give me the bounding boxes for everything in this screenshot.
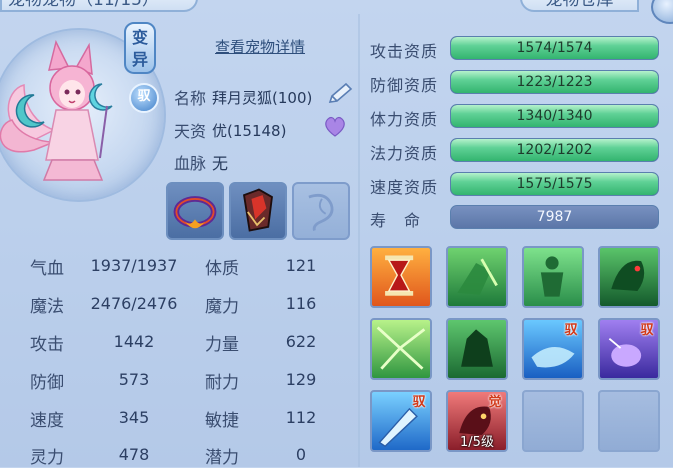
bloodline-row: 血脉 无 [174,150,228,174]
skill-green-body[interactable] [522,246,584,308]
stat-label-magic: 魔力 [205,297,239,317]
equip-slot-collar[interactable] [166,182,224,240]
aptitude-label: 体力资质 [370,110,439,129]
empty-equip-placeholder-icon [308,194,334,231]
variant-badge: 变异 [124,22,156,74]
skill-hourglass[interactable] [370,246,432,308]
lifespan-label: 寿 命 [370,211,422,230]
aptitude-label: 速度资质 [370,178,439,197]
red-armor-icon [242,188,273,232]
stat-value-spirit: 478 [118,445,150,464]
stat-value-hp: 1937/1937 [90,256,178,275]
stat-value-potential: 0 [295,445,307,464]
stat-value-endurance: 129 [285,370,317,389]
stat-label-spirit: 灵力 [30,448,64,468]
aptitude-speed-row: 速度资质 1575/1575 [370,172,665,197]
skill-purple-fist[interactable]: 驭 [598,318,660,380]
stat-value-magic: 116 [285,294,317,313]
stat-value-agility: 112 [285,408,317,427]
panel-divider [358,14,360,467]
stat-label-speed: 速度 [30,411,64,431]
pet-name-value: 拜月灵狐(100) [212,88,313,107]
skill-awaken[interactable]: 觉 1/5级 [446,390,508,452]
aptitude-defense-row: 防御资质 1223/1223 [370,70,665,95]
skill-water-lamp[interactable]: 驭 [522,318,584,380]
skill-ice-sword[interactable]: 驭 [370,390,432,452]
talent-value: 优(15148) [212,121,287,140]
stat-label-constitution: 体质 [205,259,239,279]
heart-icon[interactable] [323,116,347,138]
aptitude-stamina-row: 体力资质 1340/1340 [370,104,665,129]
stat-value-mp: 2476/2476 [90,294,178,313]
aptitude-bar: 1223/1223 [450,70,659,94]
corner-round-button[interactable] [651,0,673,24]
flame-collar-icon [173,196,217,229]
aptitude-value: 1575/1575 [516,176,593,192]
stat-label-agility: 敏捷 [205,411,239,431]
rename-pen-icon[interactable] [326,82,354,106]
lifespan-bar: 7987 [450,205,659,229]
lifespan-value: 7987 [536,209,573,225]
aptitude-bar: 1574/1574 [450,36,659,60]
stat-label-potential: 潜力 [205,448,239,468]
aptitude-bar: 1202/1202 [450,138,659,162]
aptitude-magic-row: 法力资质 1202/1202 [370,138,665,163]
skill-green-beast[interactable] [598,246,660,308]
pet-name-row: 名称 拜月灵狐(100) [174,85,312,109]
view-pet-details-link[interactable]: 查看宠物详情 [215,36,305,57]
aptitude-label: 防御资质 [370,76,439,95]
green-warrior-icon [457,258,498,295]
skill-green-strike[interactable] [446,246,508,308]
skill-tag-yu: 驭 [640,323,654,338]
skill-tag-jue: 觉 [488,395,502,410]
stat-label-endurance: 耐力 [205,373,239,393]
equip-slot-empty[interactable] [292,182,350,240]
skill-green-giant[interactable] [446,318,508,380]
stat-value-defense: 573 [118,370,150,389]
skill-level: 1/5级 [460,435,494,450]
name-label: 名称 [174,89,207,108]
stat-label-hp: 气血 [30,259,64,279]
pet-talent-row: 天资 优(15148) [174,118,286,142]
stat-value-constitution: 121 [285,256,317,275]
stat-value-strength: 622 [285,332,317,351]
aptitude-label: 攻击资质 [370,42,439,61]
aptitude-bar: 1340/1340 [450,104,659,128]
pet-list-tab[interactable]: 宠物宠物（11/15） [0,0,198,12]
stat-value-speed: 345 [118,408,150,427]
aptitude-value: 1223/1223 [516,74,593,90]
lifespan-row: 寿 命 7987 [370,205,665,230]
hourglass-icon [385,255,414,296]
stat-value-attack: 1442 [113,332,155,351]
talent-label: 天资 [174,122,207,141]
stat-label-attack: 攻击 [30,335,64,355]
aptitude-value: 1202/1202 [516,142,593,158]
green-figure-icon [540,256,564,297]
green-beast-icon [611,260,645,292]
pet-warehouse-tab[interactable]: 宠物仓库 [520,0,639,12]
aptitude-attack-row: 攻击资质 1574/1574 [370,36,665,61]
skill-slot-empty[interactable] [522,390,584,452]
stat-label-defense: 防御 [30,373,64,393]
stat-label-mp: 魔法 [30,297,64,317]
bloodline-value: 无 [212,154,229,173]
aptitude-value: 1574/1574 [516,40,593,56]
skill-tag-yu: 驭 [412,395,426,410]
green-giant-icon [461,329,493,367]
skill-slot-empty[interactable] [598,390,660,452]
skill-tag-yu: 驭 [564,323,578,338]
skill-green-burst[interactable] [370,318,432,380]
aptitude-value: 1340/1340 [516,108,593,124]
bound-badge: 驭 [129,83,159,113]
stat-label-strength: 力量 [205,335,239,355]
green-burst-icon [376,326,426,370]
aptitude-label: 法力资质 [370,144,439,163]
equip-slot-armor[interactable] [229,182,287,240]
aptitude-bar: 1575/1575 [450,172,659,196]
bloodline-label: 血脉 [174,154,207,173]
